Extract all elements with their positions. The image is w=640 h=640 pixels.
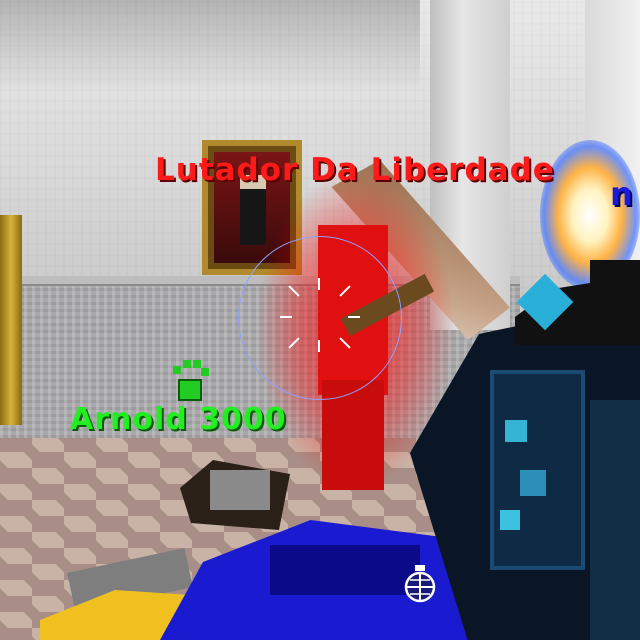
ceiling-shadow [0,0,420,90]
player-weapon-pixel [500,510,520,530]
enemy-name-tag: Lutador Da Liberdade [155,152,555,188]
blue-block-shadow [270,545,420,595]
crosshair-tick [348,316,360,318]
player-weapon-pixel [505,420,527,442]
crosshair-tick [280,316,292,318]
crosshair-ring [238,236,402,400]
grenade-icon[interactable] [403,565,437,603]
candelabra [0,215,22,425]
dropped-weapon-metal [210,470,270,510]
offscreen-name-tag: n [610,175,634,213]
ally-name-tag: Arnold 3000 [70,402,287,437]
player-weapon-side [590,400,640,640]
crosshair-tick [318,278,320,290]
crosshair-tick [318,340,320,352]
paw-icon [173,360,209,401]
player-weapon-pixel [520,470,546,496]
